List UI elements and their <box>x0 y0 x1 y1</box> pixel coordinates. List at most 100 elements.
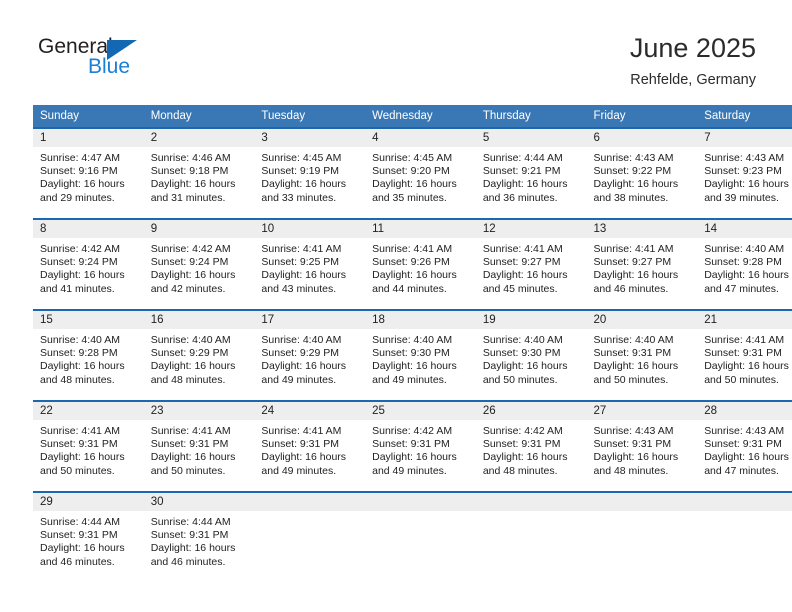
calendar-day-cell[interactable]: 22 Sunrise: 4:41 AM Sunset: 9:31 PM Dayligh… <box>33 400 144 492</box>
calendar-day-cell[interactable]: 11 Sunrise: 4:41 AM Sunset: 9:26 PM Dayligh… <box>365 218 476 310</box>
daylight-text-line1: Daylight: 16 hours <box>593 178 679 191</box>
sunrise-text: Sunrise: 4:43 AM <box>593 152 674 164</box>
day-details: Sunrise: 4:42 AM Sunset: 9:31 PM Daylight:… <box>476 420 587 478</box>
calendar-day-cell[interactable]: 16 Sunrise: 4:40 AM Sunset: 9:29 PM Dayligh… <box>143 309 255 401</box>
calendar-container: Sunday Monday Tuesday Wednesday Thursday Frid… <box>33 105 792 582</box>
calendar-day-cell[interactable]: 29 Sunrise: 4:44 AM Sunset: 9:31 PM Dayligh… <box>33 491 144 582</box>
calendar-day-cell[interactable]: 1 Sunrise: 4:47 AM Sunset: 9:16 PM Daylight… <box>33 127 144 219</box>
weekday-header-friday: Friday <box>586 105 698 128</box>
day-details: Sunrise: 4:42 AM Sunset: 9:31 PM Daylight:… <box>365 420 476 478</box>
calendar-day-cell[interactable]: 12 Sunrise: 4:41 AM Sunset: 9:27 PM Dayligh… <box>475 218 587 310</box>
calendar-day-cell[interactable]: 19 Sunrise: 4:40 AM Sunset: 9:30 PM Dayligh… <box>475 309 587 401</box>
sunrise-text: Sunrise: 4:41 AM <box>40 425 120 437</box>
calendar-day-cell[interactable]: 7 Sunrise: 4:43 AM Sunset: 9:23 PM Daylight… <box>697 127 792 219</box>
day-number: 30 <box>143 493 255 511</box>
calendar-day-cell[interactable]: 5 Sunrise: 4:44 AM Sunset: 9:21 PM Daylight… <box>475 127 587 219</box>
page-title: June 2025 <box>629 33 756 63</box>
calendar-day-cell[interactable]: 26 Sunrise: 4:42 AM Sunset: 9:31 PM Dayligh… <box>475 400 587 492</box>
day-number: 5 <box>475 129 587 147</box>
calendar-day-cell[interactable]: 27 Sunrise: 4:43 AM Sunset: 9:31 PM Dayligh… <box>586 400 698 492</box>
calendar-empty-cell <box>475 491 587 582</box>
daylight-text-line2: and 42 minutes. <box>150 282 226 295</box>
day-number: 10 <box>254 220 366 238</box>
daylight-text-line2: and 38 minutes. <box>593 191 669 204</box>
calendar-empty-cell <box>586 491 698 582</box>
sunrise-text: Sunrise: 4:40 AM <box>372 334 453 346</box>
calendar-day-cell[interactable]: 18 Sunrise: 4:40 AM Sunset: 9:30 PM Dayligh… <box>365 309 476 401</box>
daylight-text-line1: Daylight: 16 hours <box>593 360 679 373</box>
daylight-text-line2: and 33 minutes. <box>261 191 337 204</box>
calendar-day-cell[interactable]: 2 Sunrise: 4:46 AM Sunset: 9:18 PM Daylight… <box>143 127 255 219</box>
daylight-text-line1: Daylight: 16 hours <box>372 451 457 464</box>
weekday-header-wednesday: Wednesday <box>365 105 476 128</box>
daylight-text-line2: and 48 minutes. <box>482 464 558 477</box>
calendar-empty-cell <box>697 491 792 582</box>
sunset-text: Sunset: 9:18 PM <box>150 165 229 178</box>
day-number <box>586 493 698 511</box>
day-number: 16 <box>143 311 255 329</box>
daylight-text-line1: Daylight: 16 hours <box>40 542 125 555</box>
title-block: June 2025 Rehfelde, Germany <box>630 32 756 89</box>
day-number: 12 <box>475 220 587 238</box>
daylight-text-line1: Daylight: 16 hours <box>150 542 236 555</box>
calendar-day-cell[interactable]: 14 Sunrise: 4:40 AM Sunset: 9:28 PM Dayligh… <box>697 218 792 310</box>
daylight-text-line2: and 46 minutes. <box>593 282 669 295</box>
daylight-text-line2: and 31 minutes. <box>150 191 226 204</box>
calendar-day-cell[interactable]: 23 Sunrise: 4:41 AM Sunset: 9:31 PM Dayligh… <box>143 400 255 492</box>
calendar-day-cell[interactable]: 25 Sunrise: 4:42 AM Sunset: 9:31 PM Dayligh… <box>365 400 476 492</box>
daylight-text-line1: Daylight: 16 hours <box>261 178 347 191</box>
page-header: General Blue June 2025 Rehfelde, Germany <box>0 0 792 89</box>
sunrise-text: Sunrise: 4:41 AM <box>150 425 231 437</box>
calendar-day-cell[interactable]: 24 Sunrise: 4:41 AM Sunset: 9:31 PM Dayligh… <box>254 400 366 492</box>
calendar-day-cell[interactable]: 17 Sunrise: 4:40 AM Sunset: 9:29 PM Dayligh… <box>254 309 366 401</box>
calendar-day-cell[interactable]: 3 Sunrise: 4:45 AM Sunset: 9:19 PM Daylight… <box>254 127 366 219</box>
daylight-text-line1: Daylight: 16 hours <box>40 178 125 191</box>
day-number: 25 <box>365 402 476 420</box>
calendar-day-cell[interactable]: 15 Sunrise: 4:40 AM Sunset: 9:28 PM Dayligh… <box>33 309 144 401</box>
sunrise-text: Sunrise: 4:41 AM <box>482 243 563 255</box>
day-details: Sunrise: 4:40 AM Sunset: 9:31 PM Daylight:… <box>587 329 698 387</box>
sunrise-text: Sunrise: 4:43 AM <box>704 152 785 164</box>
calendar-day-cell[interactable]: 30 Sunrise: 4:44 AM Sunset: 9:31 PM Dayligh… <box>143 491 255 582</box>
day-details: Sunrise: 4:45 AM Sunset: 9:20 PM Daylight:… <box>365 147 476 205</box>
daylight-text-line2: and 41 minutes. <box>40 282 115 295</box>
calendar-day-cell[interactable]: 4 Sunrise: 4:45 AM Sunset: 9:20 PM Daylight… <box>365 127 476 219</box>
calendar-day-cell[interactable]: 13 Sunrise: 4:41 AM Sunset: 9:27 PM Dayligh… <box>586 218 698 310</box>
day-number: 9 <box>143 220 255 238</box>
calendar-day-cell[interactable]: 6 Sunrise: 4:43 AM Sunset: 9:22 PM Daylight… <box>586 127 698 219</box>
day-number: 18 <box>365 311 476 329</box>
calendar-day-cell[interactable]: 9 Sunrise: 4:42 AM Sunset: 9:24 PM Daylight… <box>143 218 255 310</box>
sunset-text: Sunset: 9:31 PM <box>593 347 672 360</box>
day-details: Sunrise: 4:42 AM Sunset: 9:24 PM Daylight:… <box>33 238 144 296</box>
sunrise-text: Sunrise: 4:41 AM <box>593 243 674 255</box>
sunrise-text: Sunrise: 4:40 AM <box>593 334 674 346</box>
day-details: Sunrise: 4:44 AM Sunset: 9:31 PM Daylight:… <box>33 511 144 569</box>
calendar-day-cell[interactable]: 8 Sunrise: 4:42 AM Sunset: 9:24 PM Daylight… <box>33 218 144 310</box>
calendar-day-cell[interactable]: 28 Sunrise: 4:43 AM Sunset: 9:31 PM Dayligh… <box>697 400 792 492</box>
daylight-text-line1: Daylight: 16 hours <box>704 178 789 191</box>
daylight-text-line2: and 50 minutes. <box>704 373 779 386</box>
general-blue-logo[interactable]: General Blue <box>36 32 156 80</box>
daylight-text-line2: and 47 minutes. <box>704 282 779 295</box>
daylight-text-line2: and 46 minutes. <box>40 555 115 568</box>
day-details: Sunrise: 4:40 AM Sunset: 9:28 PM Daylight:… <box>697 238 792 296</box>
daylight-text-line2: and 43 minutes. <box>261 282 337 295</box>
calendar-day-cell[interactable]: 10 Sunrise: 4:41 AM Sunset: 9:25 PM Dayligh… <box>254 218 366 310</box>
day-details: Sunrise: 4:40 AM Sunset: 9:29 PM Daylight:… <box>254 329 365 387</box>
day-number: 13 <box>586 220 698 238</box>
sunrise-text: Sunrise: 4:40 AM <box>150 334 231 346</box>
sunrise-text: Sunrise: 4:44 AM <box>40 516 120 528</box>
daylight-text-line1: Daylight: 16 hours <box>150 269 236 282</box>
calendar-empty-cell <box>365 491 476 582</box>
calendar-day-cell[interactable]: 20 Sunrise: 4:40 AM Sunset: 9:31 PM Dayligh… <box>586 309 698 401</box>
day-number: 19 <box>475 311 587 329</box>
day-details: Sunrise: 4:41 AM Sunset: 9:27 PM Daylight:… <box>476 238 587 296</box>
weekday-header-saturday: Saturday <box>697 105 792 128</box>
daylight-text-line1: Daylight: 16 hours <box>261 269 347 282</box>
daylight-text-line1: Daylight: 16 hours <box>372 178 457 191</box>
sunset-text: Sunset: 9:24 PM <box>40 256 118 269</box>
sunrise-text: Sunrise: 4:42 AM <box>372 425 453 437</box>
calendar-table: Sunday Monday Tuesday Wednesday Thursday Frid… <box>33 105 792 582</box>
calendar-day-cell[interactable]: 21 Sunrise: 4:41 AM Sunset: 9:31 PM Dayligh… <box>697 309 792 401</box>
day-details: Sunrise: 4:40 AM Sunset: 9:28 PM Daylight:… <box>33 329 144 387</box>
